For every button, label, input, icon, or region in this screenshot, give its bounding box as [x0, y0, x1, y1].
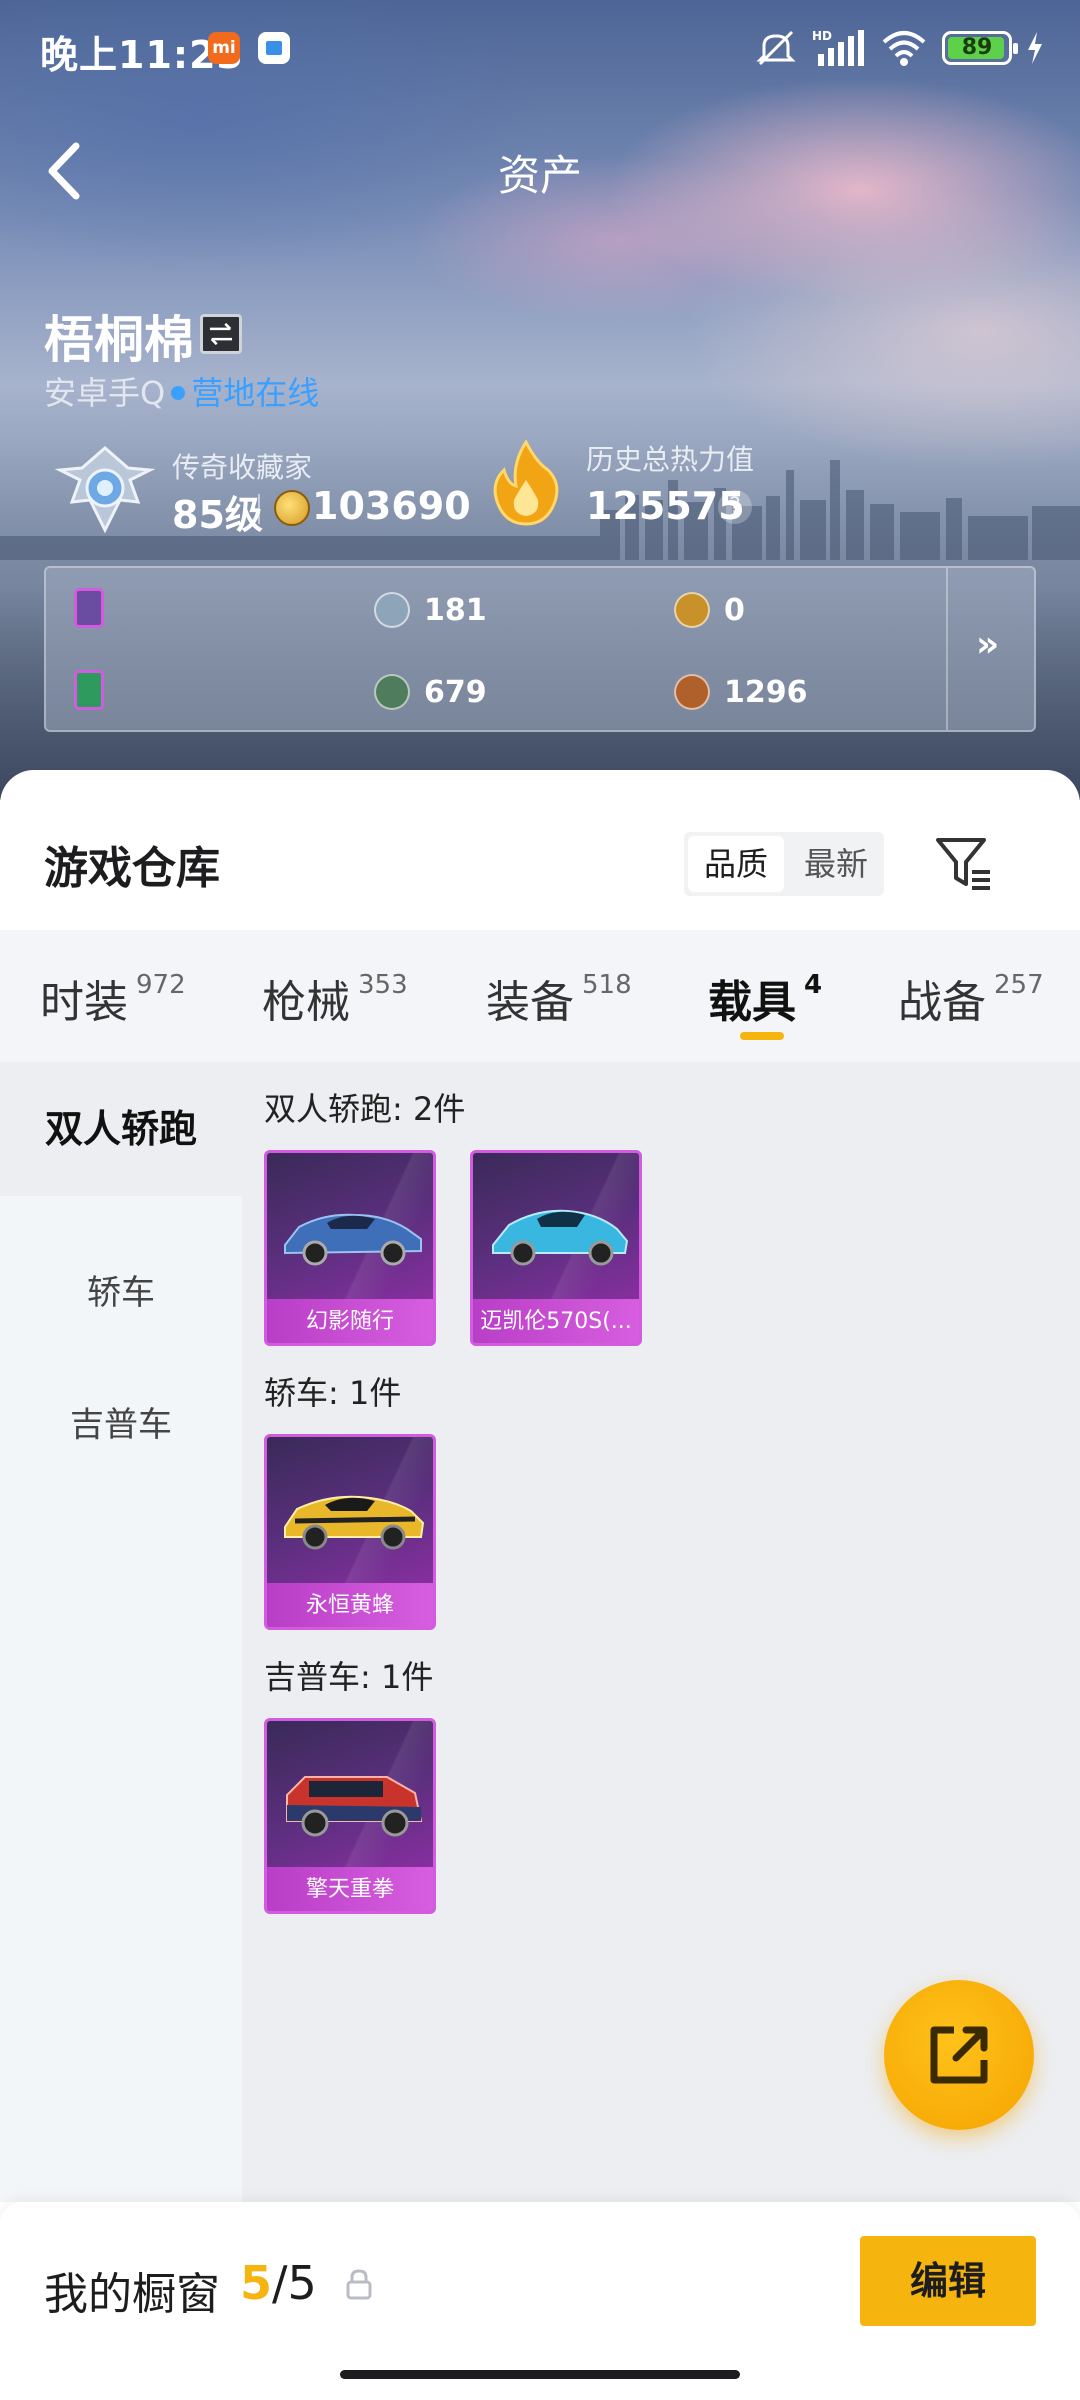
panel-divider: [946, 568, 948, 730]
svg-text:HD: HD: [812, 29, 832, 43]
wifi-icon: [882, 31, 926, 66]
sidebar-item-coupe[interactable]: 双人轿跑: [0, 1062, 242, 1196]
green-card-icon: [74, 669, 104, 710]
tab-fashion[interactable]: 时装 972: [40, 966, 186, 1030]
green-orb-icon: [374, 674, 410, 710]
showcase-current: 5: [240, 2256, 273, 2310]
signal-hd-icon: HD: [812, 29, 864, 66]
tab-supplies[interactable]: 战备 257: [898, 966, 1044, 1030]
currency-panel[interactable]: 4 181 0 0 679 1296 »: [44, 566, 1036, 732]
car-image: [284, 1495, 425, 1550]
filter-icon[interactable]: [934, 834, 994, 894]
currency-item: 0: [74, 669, 104, 710]
rank-level: 85级: [172, 493, 263, 537]
vehicle-name: 永恒黄蜂: [305, 1593, 394, 1618]
currency-item: 181: [374, 592, 487, 628]
tab-count: 257: [994, 970, 1044, 1000]
vehicle-card[interactable]: 擎天重拳: [264, 1718, 436, 1914]
vehicle-card[interactable]: 永恒黄蜂: [264, 1434, 436, 1630]
currency-value: 679: [424, 674, 487, 710]
flame-icon: [493, 440, 559, 526]
currency-value: 0: [724, 592, 745, 628]
category-tabs: 时装 972 枪械 353 装备 518 载具 4 战备 257: [0, 930, 1080, 1062]
sidebar-item-sedan[interactable]: 轿车: [0, 1258, 242, 1328]
online-status: 营地在线: [191, 374, 320, 412]
battery-icon: 89: [942, 31, 1018, 65]
user-name: 梧桐棉: [44, 311, 194, 369]
help-icon[interactable]: ?: [718, 490, 752, 524]
tab-label: 装备: [486, 977, 574, 1028]
status-bar: 晚上11:23 mi HD 89: [0, 0, 1080, 96]
edit-button[interactable]: 编辑: [860, 2236, 1036, 2326]
group-title: 吉普车: 1件: [264, 1658, 434, 1696]
sort-quality-button[interactable]: 品质: [688, 836, 784, 892]
collection-coin-icon: [274, 490, 310, 526]
expand-more-icon[interactable]: »: [976, 624, 999, 665]
car-image: [284, 1213, 422, 1266]
tab-count: 353: [358, 970, 408, 1000]
tab-label: 时装: [40, 977, 128, 1028]
warehouse-title: 游戏仓库: [44, 843, 220, 894]
currency-item: 679: [374, 674, 487, 710]
currency-value: 1296: [724, 674, 808, 710]
user-platform-status: 安卓手Q 营地在线: [44, 368, 319, 414]
rank-divider: [258, 494, 260, 524]
currency-item: 0: [674, 592, 745, 628]
lock-icon: [346, 2269, 372, 2300]
tab-label: 载具: [708, 977, 796, 1028]
tab-equipment[interactable]: 装备 518: [486, 966, 632, 1030]
silver-coin-icon: [374, 592, 410, 628]
showcase-label: 我的橱窗: [44, 2269, 220, 2320]
currency-item: 4: [74, 587, 104, 628]
category-sidebar: 双人轿跑 轿车 吉普车: [0, 1062, 242, 2202]
mute-alarm-icon: [756, 30, 796, 66]
vehicle-name: 擎天重拳: [305, 1877, 394, 1902]
bronze-coin-icon: [674, 674, 710, 710]
share-external-icon: [930, 2026, 988, 2084]
purple-card-icon: [74, 587, 104, 628]
share-button[interactable]: [884, 1980, 1034, 2130]
switch-account-icon[interactable]: [200, 314, 242, 354]
battery-level: 89: [961, 35, 993, 60]
tab-count: 518: [582, 970, 632, 1000]
tab-vehicles[interactable]: 载具 4: [708, 966, 822, 1030]
vehicle-card[interactable]: 幻影随行: [264, 1150, 436, 1346]
rank-title: 传奇收藏家: [172, 451, 313, 484]
platform-label: 安卓手Q: [44, 374, 166, 412]
sort-newest-button[interactable]: 最新: [788, 832, 884, 896]
currency-value: 181: [424, 592, 487, 628]
mi-notification-icon: mi: [208, 32, 240, 64]
showcase-count: 5/5: [240, 2256, 317, 2310]
currency-item: 1296: [674, 674, 808, 710]
group-title: 双人轿跑: 2件: [264, 1090, 466, 1128]
vehicle-name: 迈凯伦570S(...: [480, 1309, 632, 1334]
home-indicator[interactable]: [340, 2370, 740, 2379]
showcase-total: /5: [272, 2256, 317, 2310]
sort-toggle: 品质 最新: [684, 832, 884, 896]
page-title: 资产: [497, 151, 582, 200]
vehicle-card[interactable]: 迈凯伦570S(...: [470, 1150, 642, 1346]
warehouse-sheet: 游戏仓库 品质 最新 时装 972 枪械 353 装备 518 载具 4 战备 257 双…: [0, 770, 1080, 2400]
tab-count: 972: [136, 970, 186, 1000]
rank-emblem-icon: [54, 446, 156, 534]
tab-label: 枪械: [262, 977, 350, 1028]
car-image: [286, 1776, 423, 1837]
online-dot: [171, 386, 186, 400]
active-tab-indicator: [740, 1032, 784, 1040]
car-image: [492, 1209, 629, 1266]
tab-firearms[interactable]: 枪械 353: [262, 966, 408, 1030]
tab-label: 战备: [898, 977, 986, 1028]
tab-count: 4: [804, 970, 823, 1000]
vehicle-name: 幻影随行: [305, 1309, 394, 1334]
collection-coin-value: 103690: [312, 484, 471, 528]
heat-label: 历史总热力值: [586, 443, 755, 476]
sidebar-item-jeep[interactable]: 吉普车: [0, 1390, 242, 1460]
gold-token-icon: [674, 592, 710, 628]
charging-icon: [1028, 32, 1042, 64]
app-notification-icon: [258, 32, 290, 64]
status-icons: HD 89: [754, 28, 1044, 68]
group-title: 轿车: 1件: [264, 1374, 402, 1412]
